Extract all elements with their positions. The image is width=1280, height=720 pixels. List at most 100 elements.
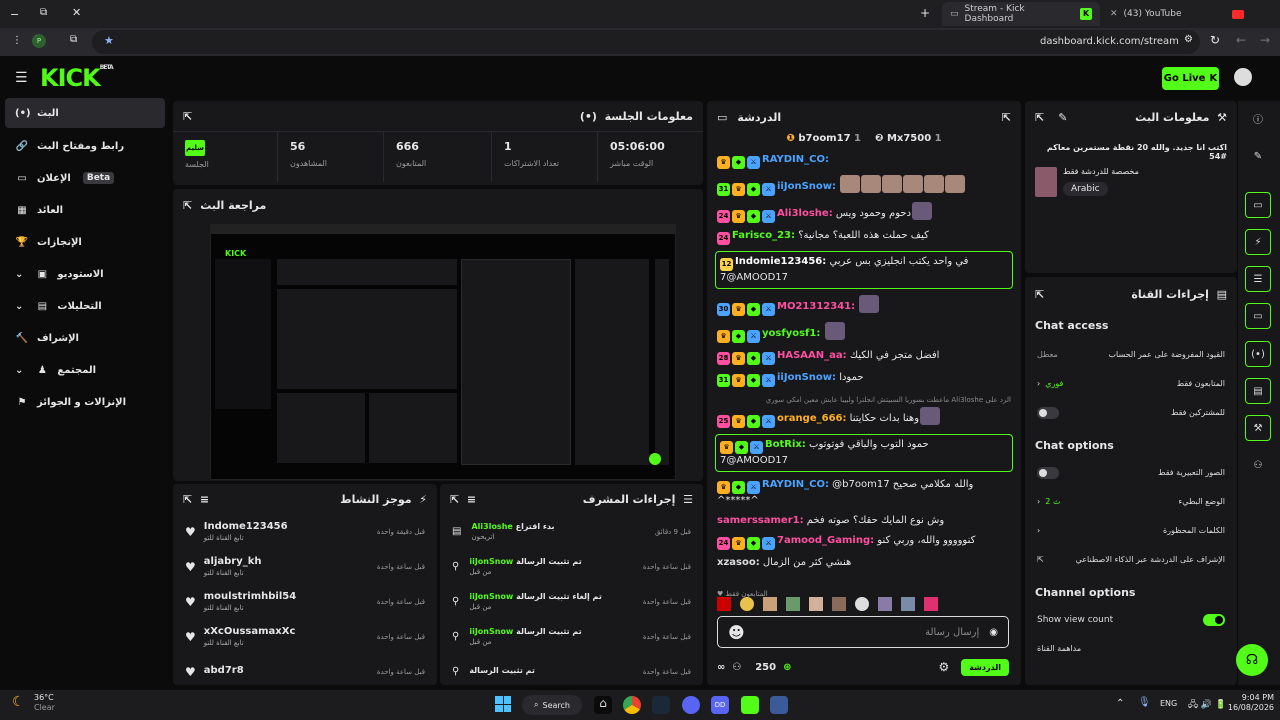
ai-moderation-row[interactable]: ⇱ الإشراف على الدردشة عبر الذكاء الاصطناع…	[1025, 545, 1237, 574]
support-icon[interactable]: ☊	[1236, 644, 1268, 676]
send-chat-button[interactable]: الدردشة	[961, 658, 1009, 676]
chat-message[interactable]: 24 ♛ ◆ ⚔ 7amood_Gaming: كنووووو والله، وربي …	[707, 534, 1021, 550]
channel-icon[interactable]: ▤	[1245, 378, 1271, 404]
nav-item-9[interactable]: ⚑ الإنزالات و الجوائز	[5, 387, 165, 417]
mod-action-item[interactable]: ▤ Ali3loshe بدء اقتراع اتريحون قبل 9 دقائق	[440, 514, 703, 549]
app-icon[interactable]	[770, 696, 788, 714]
chat-message[interactable]: ♛ ◆ ⚔ RAYDIN_CO: @b7oom17 والله مكلامي صحيح…	[707, 478, 1021, 508]
chat-message[interactable]: samerssamer1: وش نوع المايك حقك؟ صوته فخ…	[707, 514, 1021, 528]
popout-icon[interactable]: ⇱	[1002, 111, 1011, 124]
activity-item[interactable]: ♥ aljabry_kh تابع القناة للتو قبل ساعة واحد…	[173, 549, 437, 584]
weather-widget[interactable]: 36°C Clear	[34, 693, 55, 713]
points-icon[interactable]: ⊛	[783, 662, 791, 673]
activity-item[interactable]: ♥ Indome123456 تابع القناة للتو قبل دقيقة و…	[173, 514, 437, 549]
back-icon[interactable]: ←	[1236, 33, 1246, 47]
site-settings-icon[interactable]: ⚙	[1184, 34, 1193, 45]
close-icon[interactable]: ✕	[72, 6, 81, 19]
user-avatar[interactable]	[1234, 68, 1252, 86]
reload-icon[interactable]: ↻	[1210, 33, 1220, 47]
stream-preview-video[interactable]: KICK	[210, 224, 676, 480]
discord-icon[interactable]	[682, 696, 700, 714]
clock[interactable]: 9:04 PM 16/08/2026	[1222, 693, 1274, 713]
chat-message[interactable]: ♛ ◆ ⚔ BotRix: حمود التوب والباقي فوتوتوب 7@A…	[715, 434, 1013, 472]
weather-icon[interactable]: ☾	[12, 694, 25, 710]
chat-message[interactable]: 31 ♛ ◆ ⚔ iiJonSnow:	[707, 175, 1021, 196]
edit-icon[interactable]: ✎	[1245, 143, 1271, 169]
raid-channel-row[interactable]: مداهمة القناة	[1025, 634, 1237, 663]
taskbar-search[interactable]: ⌕ Search	[522, 695, 582, 715]
emote[interactable]	[763, 597, 777, 611]
emote[interactable]	[878, 597, 892, 611]
tab-youtube[interactable]: ✕ (43) YouTube	[1102, 2, 1252, 26]
emote[interactable]	[832, 597, 846, 611]
new-tab-icon[interactable]: +	[920, 6, 930, 20]
list-icon[interactable]: ☰	[1245, 266, 1271, 292]
emoji-icon[interactable]: ☻	[728, 623, 745, 642]
activity-item[interactable]: ♥ abd7r8 قبل ساعة واحدة	[173, 654, 437, 685]
hamburger-menu-icon[interactable]: ☰	[15, 70, 28, 86]
subscribers-only-toggle[interactable]	[1037, 406, 1059, 419]
filter-icon[interactable]: ≡	[467, 493, 476, 506]
nav-item-7[interactable]: 🔨 الإشراف	[5, 323, 165, 353]
emote[interactable]	[901, 597, 915, 611]
emote[interactable]	[855, 597, 869, 611]
emote-only-row[interactable]: الصور التعبيرية فقط	[1025, 458, 1237, 487]
hammer-icon[interactable]: ⚒	[1245, 415, 1271, 441]
tray-chevron-icon[interactable]: ⌃	[1116, 698, 1124, 709]
nav-item-1[interactable]: 🔗 رابط ومفتاح البث	[5, 131, 165, 161]
chat-icon[interactable]: ▭	[1245, 303, 1271, 329]
kick-logo[interactable]: KICKBETA	[40, 64, 114, 92]
show-view-count-toggle[interactable]	[1203, 613, 1225, 626]
record-icon[interactable]: ◉	[989, 627, 998, 638]
bookmark-star-icon[interactable]: ★	[104, 34, 114, 47]
activity-item[interactable]: ♥ moulstrimhbil54 تابع القناة للتو قبل ساعة…	[173, 584, 437, 619]
restore-icon[interactable]: ⧉	[40, 7, 47, 18]
close-tab-icon[interactable]: ✕	[1110, 9, 1118, 19]
chat-message[interactable]: 12 Indomie123456: في واحد يكتب انجليزي بس…	[715, 251, 1013, 289]
chat-input[interactable]: ☻ إرسال رسالة ◉	[717, 616, 1009, 648]
mod-action-item[interactable]: ⚲ iiJonSnow تم تثبيت الرسالة من قبل قبل ساع…	[440, 549, 703, 584]
chat-message[interactable]: ♛ ◆ ⚔ RAYDIN_CO:	[707, 153, 1021, 169]
minimize-icon[interactable]: −	[10, 8, 19, 21]
nav-item-3[interactable]: ▦ العائد	[5, 195, 165, 225]
app-icon[interactable]: DD	[711, 696, 729, 714]
chat-message[interactable]: 30 ♛ ◆ ⚔ MO21312341:	[707, 295, 1021, 316]
live-icon[interactable]: (•)	[1245, 341, 1271, 367]
mod-action-item[interactable]: ⚲ iiJonSnow تم تثبيت الرسالة من قبل قبل ساع…	[440, 619, 703, 654]
nav-item-2[interactable]: ▭ الإعلان Beta	[5, 163, 165, 193]
popout-icon[interactable]: ⇱ ≡	[450, 493, 476, 506]
chat-message[interactable]: ♛ ◆ ⚔ yosfyosf1:	[707, 322, 1021, 343]
chat-message[interactable]: 24 ♛ ◆ ⚔ Ali3loshe: دحوم وحمود ويس	[707, 202, 1021, 223]
home-icon[interactable]: ⌂	[594, 696, 612, 714]
language-indicator[interactable]: ENG	[1160, 699, 1177, 708]
nav-item-5[interactable]: ⌄ ▣ الاستوديو	[5, 259, 165, 289]
chat-message[interactable]: ماعطت بسوريا السبيتش انجلترا ولبيبا عايش…	[707, 393, 1021, 428]
mod-action-item[interactable]: ⚲ iiJonSnow تم إلغاء تثبيت الرسالة من قبل ق…	[440, 584, 703, 619]
popout-icon[interactable]: ⇱	[1035, 288, 1044, 301]
banned-words-row[interactable]: › الكلمات المحظورة	[1025, 516, 1237, 545]
popout-icon[interactable]: ⇱ ≡	[183, 493, 209, 506]
menu-dots-icon[interactable]: ⋮	[12, 35, 22, 46]
emote[interactable]	[809, 597, 823, 611]
microphone-icon[interactable]: 🎙	[1138, 697, 1151, 708]
activity-item[interactable]: ♥ xXcOussamaxXc تابع القناة للتو قبل ساعة و…	[173, 619, 437, 654]
chat-message[interactable]: 28 ♛ ◆ ⚔ HASAAN_aa: افضل متجر في الكيك	[707, 349, 1021, 365]
popout-icon[interactable]: ⇱	[1035, 111, 1044, 124]
account-age-row[interactable]: معطل القيود المفروضة على عمر الحساب	[1025, 340, 1237, 369]
language-tag[interactable]: Arabic	[1063, 182, 1108, 196]
emote[interactable]	[924, 597, 938, 611]
popout-icon[interactable]: ⇱	[183, 110, 192, 123]
layout-icon[interactable]: ▭	[1245, 192, 1271, 218]
go-live-button[interactable]: Go Live K	[1162, 67, 1219, 90]
infinity-icon[interactable]: ∞	[717, 662, 725, 673]
slow-mode-row[interactable]: › 2 ث الوضع البطيء	[1025, 487, 1237, 516]
kick-app-icon[interactable]	[741, 696, 759, 714]
chat-message[interactable]: 31 ♛ ◆ ⚔ iiJonSnow: حمودا	[707, 371, 1021, 387]
network-icon[interactable]: 🖧 🔊 🔋	[1188, 697, 1226, 713]
edit-icon[interactable]: ✎	[1058, 111, 1067, 124]
people-icon[interactable]: ⚇	[732, 662, 741, 673]
info-icon[interactable]: ⓘ	[1245, 105, 1271, 131]
chrome-icon[interactable]	[623, 696, 641, 714]
filter-icon[interactable]: ≡	[200, 493, 209, 506]
url-field[interactable]	[92, 30, 1200, 54]
